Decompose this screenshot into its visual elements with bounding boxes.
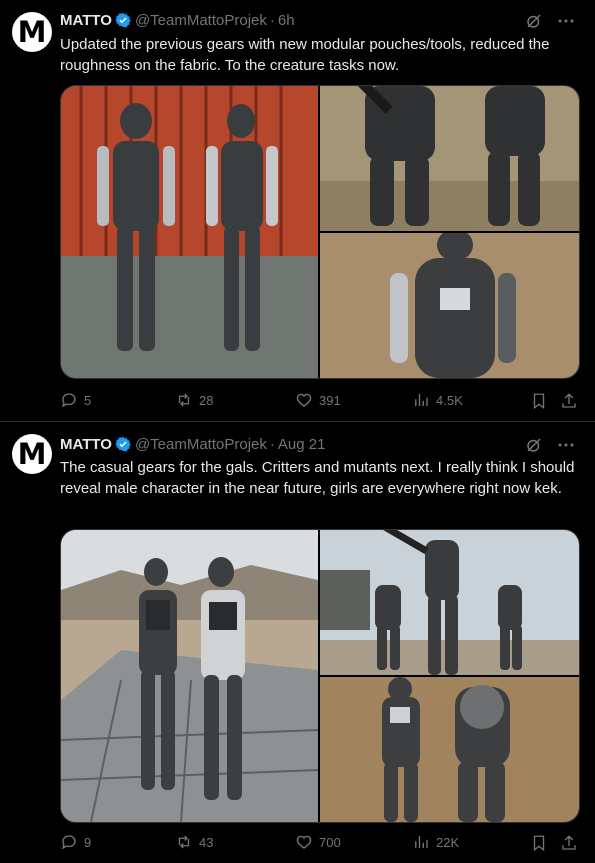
bookmark-icon[interactable] [530, 392, 548, 410]
reply-count: 5 [84, 392, 92, 408]
media-grid [60, 85, 580, 379]
reply-count: 9 [84, 834, 92, 850]
share-icon[interactable] [560, 834, 578, 852]
heart-icon [296, 835, 312, 849]
tweet-text: The casual gears for the gals. Critters … [60, 459, 575, 497]
author-handle[interactable]: @TeamMattoProjek [135, 12, 267, 29]
views-count: 22K [436, 834, 460, 850]
media-image-1[interactable] [61, 530, 318, 822]
views-button[interactable]: 4.5K [412, 391, 463, 409]
separator-dot: · [269, 435, 275, 453]
author-handle[interactable]: @TeamMattoProjek [135, 436, 267, 453]
verified-badge-icon[interactable] [115, 436, 131, 452]
views-icon [415, 836, 428, 848]
share-icon[interactable] [560, 392, 578, 410]
grok-icon[interactable] [525, 436, 543, 454]
more-options-icon[interactable] [557, 436, 575, 454]
repost-button[interactable]: 28 [175, 391, 213, 409]
verified-badge-icon[interactable] [115, 12, 131, 28]
repost-count: 43 [199, 834, 214, 850]
views-button[interactable]: 22K [412, 833, 459, 851]
like-button[interactable]: 700 [295, 833, 341, 851]
author-name[interactable]: MATTO [60, 436, 112, 453]
repost-icon [178, 393, 190, 407]
tweet-header: MATTO @TeamMattoProjek · 6h [60, 10, 295, 30]
author-name[interactable]: MATTO [60, 12, 112, 29]
reply-icon [61, 835, 76, 850]
media-image-3[interactable] [320, 233, 579, 378]
timestamp[interactable]: Aug 21 [278, 436, 326, 453]
avatar-logo: M [17, 436, 47, 471]
tweet-header-actions [525, 436, 575, 454]
tweet-actions: 5 28 391 4.5K [60, 391, 578, 411]
like-count: 700 [319, 834, 341, 850]
tweet-header: MATTO @TeamMattoProjek · Aug 21 [60, 434, 325, 454]
media-image-2[interactable] [320, 530, 579, 675]
media-grid [60, 529, 580, 823]
views-icon [415, 394, 428, 406]
tweet-2[interactable]: M MATTO @TeamMattoProjek · Aug 21 The ca… [0, 422, 595, 863]
media-image-1[interactable] [61, 86, 318, 378]
separator-dot: · [269, 11, 275, 29]
views-count: 4.5K [436, 392, 463, 408]
reply-button[interactable]: 5 [60, 391, 91, 409]
timestamp[interactable]: 6h [278, 12, 295, 29]
heart-icon [296, 393, 312, 407]
repost-icon [178, 835, 190, 849]
more-options-icon[interactable] [557, 12, 575, 30]
avatar[interactable]: M [12, 12, 52, 52]
tweet-actions: 9 43 700 22K [60, 833, 578, 853]
reply-button[interactable]: 9 [60, 833, 91, 851]
tweet-1[interactable]: M MATTO @TeamMattoProjek · 6h Updated th… [0, 0, 595, 421]
media-image-3[interactable] [320, 677, 579, 822]
avatar[interactable]: M [12, 434, 52, 474]
media-image-2[interactable] [320, 86, 579, 231]
repost-button[interactable]: 43 [175, 833, 213, 851]
grok-icon[interactable] [525, 12, 543, 30]
like-button[interactable]: 391 [295, 391, 341, 409]
repost-count: 28 [199, 392, 214, 408]
tweet-header-actions [525, 12, 575, 30]
tweet-text: Updated the previous gears with new modu… [60, 36, 550, 74]
avatar-logo: M [17, 14, 47, 49]
like-count: 391 [319, 392, 341, 408]
bookmark-icon[interactable] [530, 834, 548, 852]
reply-icon [61, 393, 76, 408]
